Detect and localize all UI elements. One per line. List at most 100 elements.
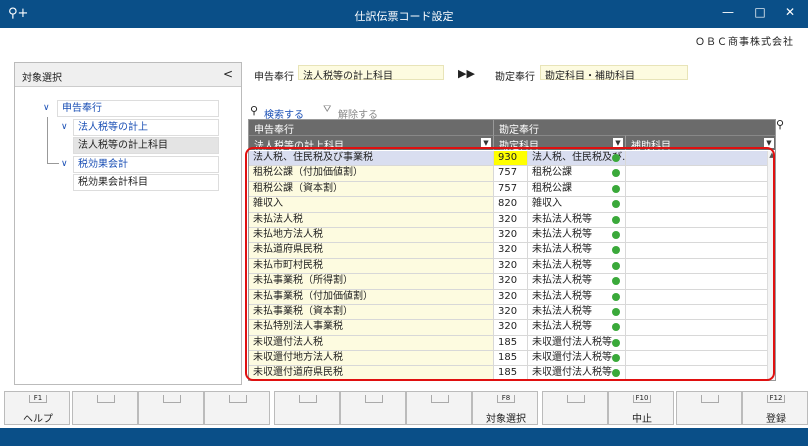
code-cell[interactable]: 185 [494,351,528,367]
code-cell[interactable]: 320 [494,304,528,321]
sub-account-cell[interactable] [626,366,769,380]
kamoku-cell: 未収還付地方法人税 [249,351,494,367]
code-cell[interactable]: 185 [494,335,528,352]
code-cell[interactable]: 320 [494,227,528,244]
code-cell[interactable]: 320 [494,243,528,259]
kamoku-cell: 雑収入 [249,197,494,213]
account-cell: 未払法人税等 [528,274,626,290]
column-header-kanjou-kamoku[interactable]: 勘定科目 ▼ [494,135,626,152]
sub-account-cell[interactable] [626,320,769,336]
table-row[interactable]: 未収還付地方法人税 185 未収還付法人税等 [249,351,769,367]
panel-header: 対象選択 < [15,63,241,87]
code-cell[interactable]: 320 [494,289,528,305]
tree-item-houjinzei-kamoku[interactable]: 法人税等の計上科目 [73,137,219,154]
sub-account-cell[interactable] [626,335,769,352]
account-name: 租税公課 [532,182,572,194]
column-header-kamoku[interactable]: 法人税等の計上科目 ▼ [249,135,494,152]
chevron-down-icon[interactable]: ∨ [61,122,68,132]
check-icon [612,230,620,239]
sub-account-cell[interactable] [626,181,769,198]
function-key-button[interactable]: F10 中止 [608,391,674,425]
sub-account-cell[interactable] [626,289,769,305]
close-button[interactable]: ✕ [780,5,800,19]
sub-account-cell[interactable] [626,304,769,321]
dropdown-icon[interactable]: ▼ [481,138,491,148]
table-row[interactable]: 租税公課（資本割） 757 租税公課 [249,181,769,198]
function-key-button[interactable]: F8 対象選択 [472,391,538,425]
check-icon [612,323,620,332]
dropdown-icon[interactable]: ▼ [613,138,623,148]
vertical-scrollbar[interactable]: ▲ [767,151,775,380]
table-row[interactable]: 未払道府県民税 320 未払法人税等 [249,243,769,259]
sub-account-cell[interactable] [626,274,769,290]
check-icon [612,215,620,224]
code-cell[interactable]: 757 [494,166,528,182]
table-row[interactable]: 未払特別法人事業税 320 未払法人税等 [249,320,769,336]
table-row[interactable]: 未払事業税（付加価値割） 320 未払法人税等 [249,289,769,305]
sub-account-cell[interactable] [626,197,769,213]
collapse-button[interactable]: < [223,67,233,81]
function-key-button[interactable]: F12 登録 [742,391,808,425]
dropdown-icon[interactable]: ▼ [764,138,774,148]
table-row[interactable]: 未払事業税（資本割） 320 未払法人税等 [249,304,769,321]
filter-clear-icon[interactable]: ⛛ [323,104,331,115]
code-cell[interactable]: 320 [494,274,528,290]
check-icon [612,307,620,316]
scroll-up-icon[interactable]: ▲ [768,151,775,159]
tree-item-houjinzei-keijou[interactable]: 法人税等の計上 [73,119,219,136]
function-key-button[interactable] [676,391,742,425]
function-key-label: ヘルプ [23,414,53,425]
account-name: 未払法人税等 [532,305,592,317]
code-cell[interactable]: 320 [494,320,528,336]
function-key-button[interactable] [204,391,270,425]
function-key-button[interactable] [274,391,340,425]
code-cell[interactable]: 320 [494,212,528,228]
table-row[interactable]: 未収還付法人税 185 未収還付法人税等 [249,335,769,352]
function-key-button[interactable] [406,391,472,425]
function-key-button[interactable] [542,391,608,425]
function-key-button[interactable] [72,391,138,425]
kamoku-cell: 未払道府県民税 [249,243,494,259]
sub-account-cell[interactable] [626,151,769,167]
function-key-button[interactable]: F1 ヘルプ [4,391,70,425]
group-header-kanjou: 勘定奉行 [494,120,775,136]
tree-item-shinkoku[interactable]: 申告奉行 [57,100,219,117]
grid-search-icon[interactable]: ⚲ [776,118,784,131]
table-row[interactable]: 法人税、住民税及び事業税 930 法人税、住民税及び… [249,151,769,167]
code-cell[interactable]: 930 [494,151,528,167]
sub-account-cell[interactable] [626,243,769,259]
check-icon [612,169,620,178]
table-row[interactable]: 未払地方法人税 320 未払法人税等 [249,227,769,244]
account-cell: 租税公課 [528,181,626,198]
sub-account-cell[interactable] [626,166,769,182]
search-icon[interactable]: ⚲ [250,104,258,117]
sub-account-cell[interactable] [626,351,769,367]
table-row[interactable]: 雑収入 820 雑収入 [249,197,769,213]
sub-account-cell[interactable] [626,258,769,275]
minimize-button[interactable]: — [718,5,738,19]
function-key-button[interactable] [138,391,204,425]
chevron-down-icon[interactable]: ∨ [43,103,50,113]
tree-item-zeikouka[interactable]: 税効果会計 [73,156,219,173]
table-row[interactable]: 未払事業税（所得割） 320 未払法人税等 [249,274,769,290]
code-cell[interactable]: 820 [494,197,528,213]
code-cell[interactable]: 757 [494,181,528,198]
table-row[interactable]: 未払市町村民税 320 未払法人税等 [249,258,769,275]
function-key-number: F12 [767,395,785,403]
account-cell: 未払法人税等 [528,320,626,336]
column-header-hojo-kamoku[interactable]: 補助科目 ▼ [626,135,775,152]
chevron-down-icon[interactable]: ∨ [61,159,68,169]
sub-account-cell[interactable] [626,227,769,244]
tree-item-zeikouka-kamoku[interactable]: 税効果会計科目 [73,174,219,191]
sub-account-cell[interactable] [626,212,769,228]
table-row[interactable]: 未収還付道府県民税 185 未収還付法人税等 [249,366,769,380]
code-cell[interactable]: 185 [494,366,528,380]
maximize-button[interactable]: □ [750,5,770,19]
function-key-number [701,395,719,403]
table-row[interactable]: 租税公課（付加価値割） 757 租税公課 [249,166,769,182]
code-cell[interactable]: 320 [494,258,528,275]
table-row[interactable]: 未払法人税 320 未払法人税等 [249,212,769,228]
kamoku-cell: 未払事業税（付加価値割） [249,289,494,305]
kamoku-cell: 未収還付道府県民税 [249,366,494,380]
function-key-button[interactable] [340,391,406,425]
